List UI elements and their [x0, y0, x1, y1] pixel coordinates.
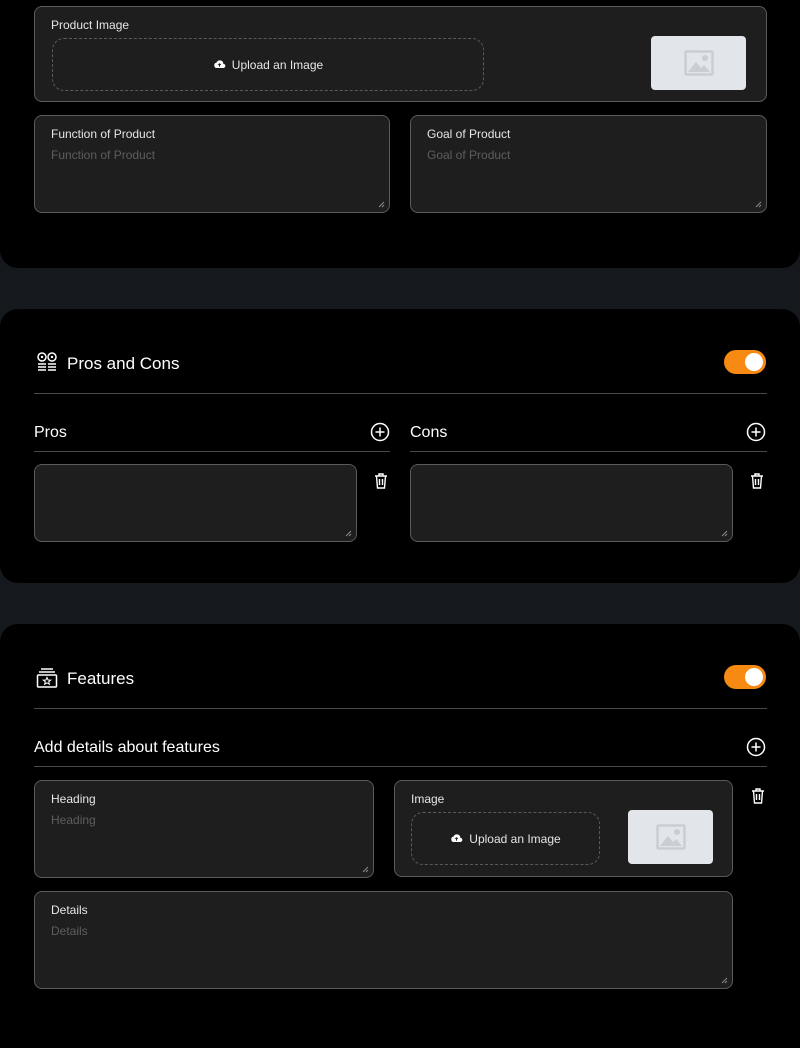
feature-image-label: Image: [411, 792, 445, 806]
pros-cons-toggle[interactable]: [724, 350, 766, 374]
resize-handle-icon[interactable]: [377, 200, 385, 208]
divider: [34, 708, 767, 709]
cloud-upload-icon: [451, 834, 463, 843]
product-details-card: Product Image Upload an Image Function o…: [0, 0, 800, 268]
toggle-knob: [745, 353, 763, 371]
features-title: Features: [67, 669, 135, 688]
heading-label: Heading: [51, 792, 96, 806]
product-image-field: Product Image Upload an Image: [34, 6, 767, 102]
delete-pro-icon[interactable]: [373, 472, 389, 490]
delete-con-icon[interactable]: [749, 472, 765, 490]
pros-cons-icon: [37, 352, 57, 371]
details-label: Details: [51, 903, 88, 917]
feature-heading-field[interactable]: Heading Heading: [34, 780, 374, 878]
image-placeholder-icon: [655, 824, 686, 850]
product-image-label: Product Image: [51, 18, 130, 32]
function-label: Function of Product: [51, 127, 156, 141]
goal-of-product-field[interactable]: Goal of Product Goal of Product: [410, 115, 767, 213]
resize-handle-icon[interactable]: [361, 865, 369, 873]
add-feature-icon[interactable]: [746, 737, 766, 757]
add-con-icon[interactable]: [746, 422, 766, 442]
divider: [34, 451, 390, 452]
add-features-label: Add details about features: [34, 739, 220, 756]
feature-image-field: Image Upload an Image: [394, 780, 733, 877]
add-pro-icon[interactable]: [370, 422, 390, 442]
image-placeholder-icon: [683, 50, 714, 76]
pros-cons-title: Pros and Cons: [67, 354, 180, 373]
product-upload-label: Upload an Image: [231, 57, 324, 72]
features-card: Features Add details about features Head…: [0, 624, 800, 1048]
resize-handle-icon[interactable]: [754, 200, 762, 208]
divider: [34, 766, 767, 767]
pro-input[interactable]: [34, 464, 357, 542]
resize-handle-icon[interactable]: [720, 976, 728, 984]
cons-label: Cons: [410, 424, 448, 441]
resize-handle-icon[interactable]: [720, 529, 728, 537]
feature-image-preview: [628, 810, 713, 864]
function-of-product-field[interactable]: Function of Product Function of Product: [34, 115, 390, 213]
divider: [410, 451, 767, 452]
toggle-knob: [745, 668, 763, 686]
product-upload-button[interactable]: Upload an Image: [52, 38, 484, 91]
resize-handle-icon[interactable]: [344, 529, 352, 537]
goal-placeholder: Goal of Product: [427, 148, 511, 162]
feature-upload-button[interactable]: Upload an Image: [411, 812, 600, 865]
cloud-upload-icon: [214, 60, 226, 69]
heading-placeholder: Heading: [51, 813, 96, 827]
pros-cons-card: Pros and Cons Pros Cons: [0, 309, 800, 583]
function-placeholder: Function of Product: [51, 148, 156, 162]
feature-upload-label: Upload an Image: [469, 831, 561, 846]
delete-feature-icon[interactable]: [750, 787, 766, 805]
divider: [34, 393, 767, 394]
details-placeholder: Details: [51, 924, 88, 938]
con-input[interactable]: [410, 464, 733, 542]
product-image-preview: [651, 36, 746, 90]
features-toggle[interactable]: [724, 665, 766, 689]
pros-label: Pros: [34, 424, 67, 441]
features-icon: [36, 668, 58, 688]
goal-label: Goal of Product: [427, 127, 511, 141]
feature-details-field[interactable]: Details Details: [34, 891, 733, 989]
